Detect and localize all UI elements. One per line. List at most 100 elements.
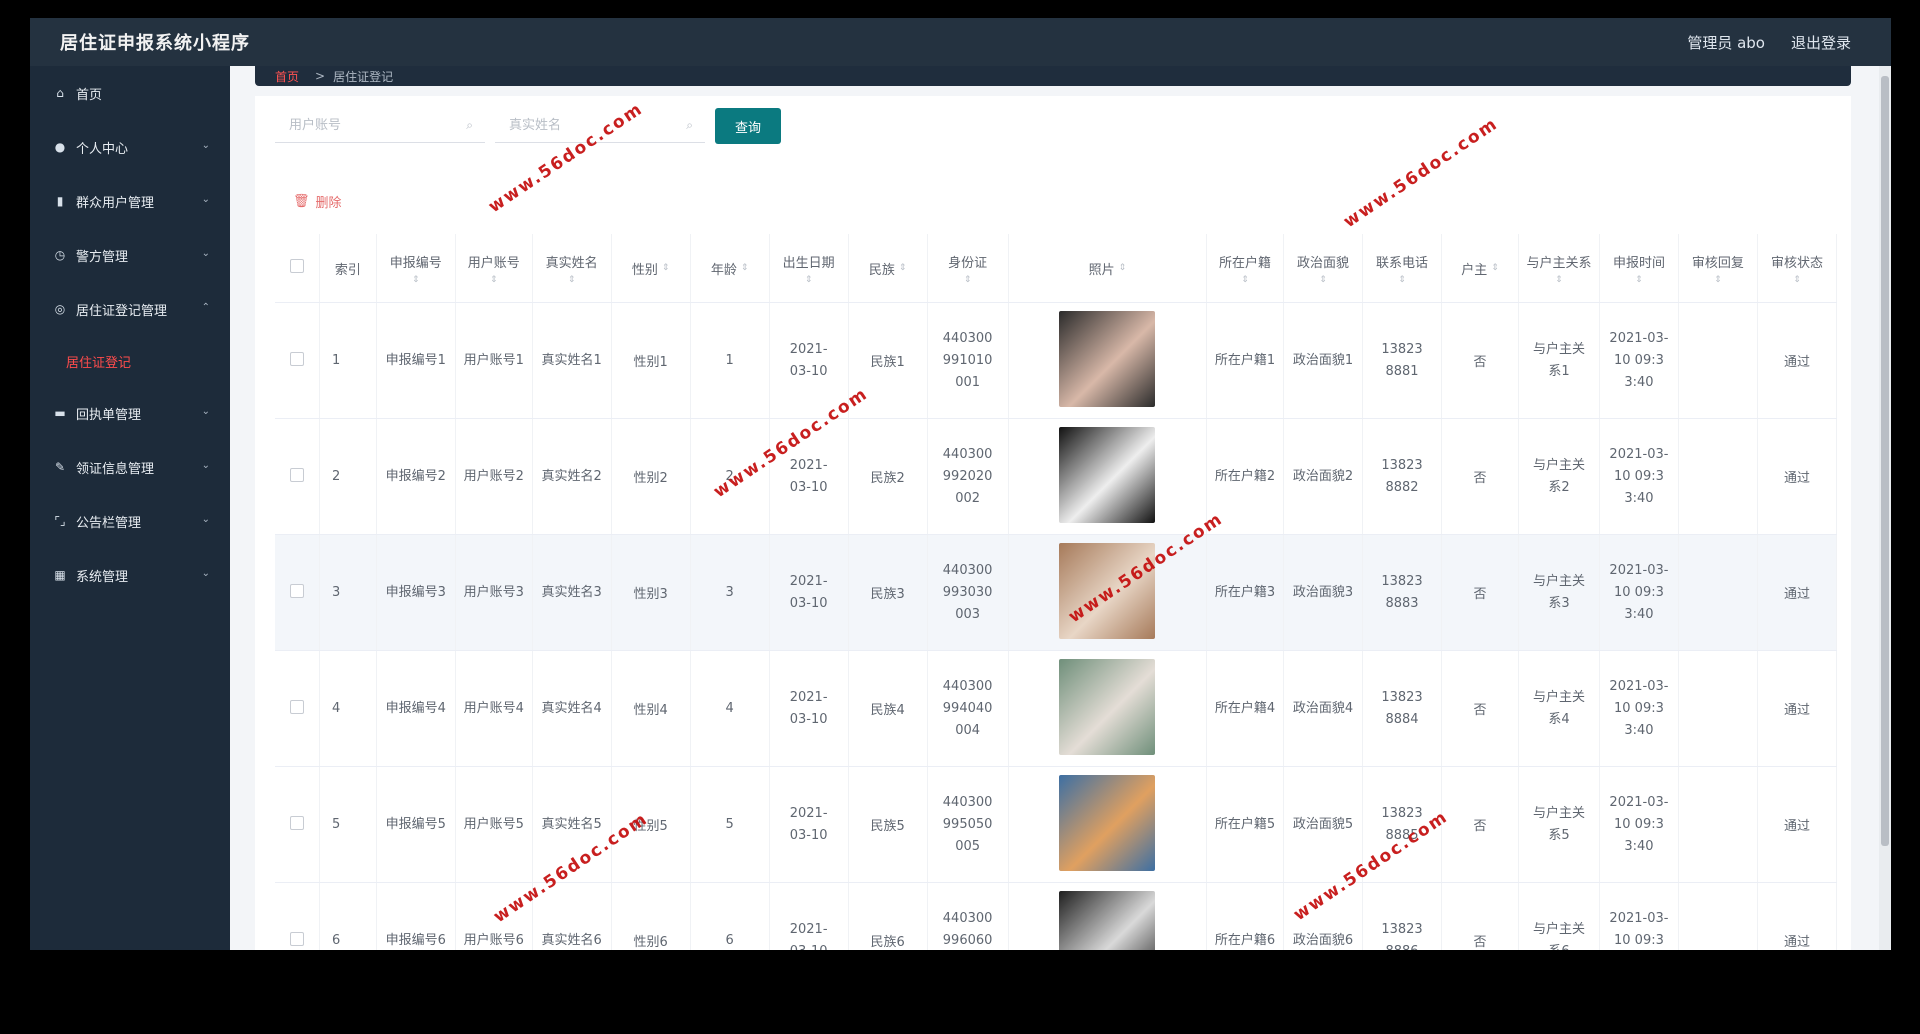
row-checkbox[interactable] [290,583,305,598]
data-table: 索引 申报编号 ⇕ 用户账号 ⇕ 真实姓名 ⇕ 性别 ⇕ 年龄 ⇕ 出生日期 ⇕ 民族 ⇕ 身… [275,234,1837,950]
col-time[interactable]: 申报时间 ⇕ [1599,234,1679,303]
col-name[interactable]: 真实姓名 ⇕ [532,234,612,303]
sidebar-item-police-management[interactable]: ◷ 警方管理 ⌄ [30,228,230,282]
sidebar-item-user-management[interactable]: ▮ 群众用户管理 ⌄ [30,174,230,228]
col-birth[interactable]: 出生日期 ⇕ [769,234,849,303]
table-row[interactable]: 2 申报编号2 用户账号2 真实姓名2 性别2 2 2021-03-10 民族2… [275,418,1837,535]
photo-thumbnail[interactable] [1059,426,1156,523]
chevron-down-icon: ⌄ [201,248,210,259]
sidebar-item-personal-center[interactable]: ● 个人中心 ⌄ [30,120,230,174]
page-scrollbar[interactable] [1879,66,1891,950]
col-political[interactable]: 政治面貌 ⇕ [1283,234,1364,303]
col-phone[interactable]: 联系电话 ⇕ [1362,234,1442,303]
cell-code: 申报编号1 [376,302,456,419]
cell-phone: 138238882 [1362,418,1442,535]
table-row[interactable]: 3 申报编号3 用户账号3 真实姓名3 性别3 3 2021-03-10 民族3… [275,534,1837,651]
col-relation[interactable]: 与户主关系 ⇕ [1518,234,1600,303]
scrollbar-thumb[interactable] [1881,76,1889,846]
sidebar-item-label: 系统管理 [76,569,129,585]
cell-id: 440300994040004 [927,650,1009,767]
cell-birth: 2021-03-10 [769,882,849,950]
row-checkbox-cell [275,302,321,419]
row-checkbox[interactable] [290,351,305,366]
cell-hukou: 所在户籍5 [1206,766,1285,883]
sort-icon: ⇕ [740,263,749,273]
cell-relation: 与户主关系1 [1518,302,1600,419]
sort-icon: ⇕ [567,274,576,285]
row-checkbox[interactable] [290,815,305,830]
sidebar-item-receipt-management[interactable]: ▬ 回执单管理 ⌄ [30,386,230,440]
col-reply[interactable]: 审核回复 ⇕ [1678,234,1758,303]
row-checkbox[interactable] [290,467,305,482]
sidebar-item-residence-permit-management[interactable]: ◎ 居住证登记管理 ⌃ [30,282,230,336]
breadcrumb-separator: > [315,69,326,83]
sort-icon: ⇕ [661,263,670,273]
table-row[interactable]: 5 申报编号5 用户账号5 真实姓名5 性别5 5 2021-03-10 民族5… [275,766,1837,883]
receipt-icon: ▬ [54,406,66,420]
cell-index: 4 [319,650,377,767]
photo-thumbnail[interactable] [1059,310,1156,407]
col-gender[interactable]: 性别 ⇕ [611,234,691,303]
cell-photo [1008,418,1208,535]
table-row[interactable]: 4 申报编号4 用户账号4 真实姓名4 性别4 4 2021-03-10 民族4… [275,650,1837,767]
cell-relation: 与户主关系6 [1518,882,1600,950]
cell-index: 3 [319,534,377,651]
select-all-checkbox[interactable] [290,259,305,273]
cell-political: 政治面貌3 [1283,534,1364,651]
col-id[interactable]: 身份证 ⇕ [927,234,1009,303]
sort-icon: ⇕ [1555,274,1563,285]
sidebar-item-pickup-management[interactable]: ✎ 领证信息管理 ⌄ [30,440,230,494]
row-checkbox-cell [275,882,321,950]
cell-age: 3 [690,534,770,651]
logout-link[interactable]: 退出登录 [1791,32,1851,53]
cell-gender: 性别3 [611,534,691,651]
sidebar-item-label: 公告栏管理 [76,515,142,531]
clock-icon: ◷ [54,248,66,262]
query-button[interactable]: 查询 [715,108,781,144]
photo-thumbnail[interactable] [1059,774,1156,871]
name-search-input[interactable] [507,117,661,134]
sidebar-item-announcement-management[interactable]: ⌜⌟ 公告栏管理 ⌄ [30,494,230,548]
cell-phone: 138238885 [1362,766,1442,883]
table-row[interactable]: 1 申报编号1 用户账号1 真实姓名1 性别1 1 2021-03-10 民族1… [275,302,1837,419]
col-hukou[interactable]: 所在户籍 ⇕ [1206,234,1285,303]
cell-hukou: 所在户籍6 [1206,882,1285,950]
chevron-down-icon: ⌄ [201,194,210,205]
account-search-input[interactable] [287,117,441,134]
cell-reply [1678,882,1758,950]
row-checkbox-cell [275,534,321,651]
delete-button[interactable]: 🗑 删除 [293,192,342,211]
col-photo[interactable]: 照片 ⇕ [1008,234,1208,303]
row-checkbox-cell [275,650,321,767]
cell-index: 5 [319,766,377,883]
photo-thumbnail[interactable] [1059,890,1156,950]
breadcrumb-home[interactable]: 首页 [275,68,299,85]
row-checkbox[interactable] [290,931,305,946]
sidebar-subitem-residence-registration[interactable]: 居住证登记 [30,336,230,386]
cell-age: 6 [690,882,770,950]
grid-icon: ▦ [54,568,66,582]
photo-thumbnail[interactable] [1059,658,1156,755]
cell-political: 政治面貌2 [1283,418,1364,535]
table-row[interactable]: 6 申报编号6 用户账号6 真实姓名6 性别6 6 2021-03-10 民族6… [275,882,1837,950]
cell-political: 政治面貌4 [1283,650,1364,767]
col-age[interactable]: 年龄 ⇕ [690,234,770,303]
sidebar-item-system-management[interactable]: ▦ 系统管理 ⌄ [30,548,230,602]
sort-icon: ⇕ [1635,274,1643,285]
cell-account: 用户账号2 [455,418,533,535]
col-status[interactable]: 审核状态 ⇕ [1757,234,1837,303]
col-head[interactable]: 户主 ⇕ [1441,234,1519,303]
col-account[interactable]: 用户账号 ⇕ [455,234,533,303]
photo-thumbnail[interactable] [1059,542,1156,639]
sidebar-item-label: 回执单管理 [76,407,142,423]
cell-phone: 138238883 [1362,534,1442,651]
sidebar-item-home[interactable]: ⌂ 首页 [30,66,230,120]
cell-phone: 138238886 [1362,882,1442,950]
col-code[interactable]: 申报编号 ⇕ [376,234,456,303]
table-header-row: 索引 申报编号 ⇕ 用户账号 ⇕ 真实姓名 ⇕ 性别 ⇕ 年龄 ⇕ 出生日期 ⇕ 民族 ⇕ 身… [275,234,1837,303]
col-ethnic[interactable]: 民族 ⇕ [848,234,928,303]
cell-time: 2021-03-10 09:33:40 [1599,302,1679,419]
admin-label[interactable]: 管理员 abo [1687,32,1765,53]
row-checkbox[interactable] [290,699,305,714]
cell-gender: 性别2 [611,418,691,535]
